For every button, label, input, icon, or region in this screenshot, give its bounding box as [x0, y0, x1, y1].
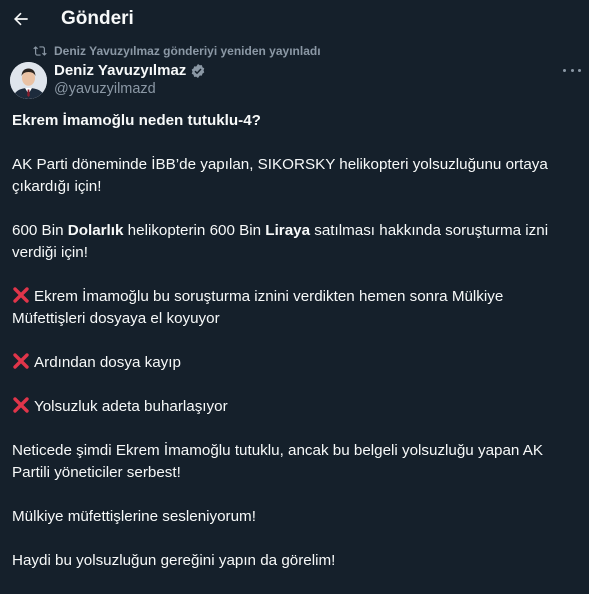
repost-icon — [33, 46, 47, 56]
author-name-text: Deniz Yavuzyılmaz — [54, 62, 187, 79]
page-title: Gönderi — [61, 8, 134, 29]
cross-mark-icon — [13, 397, 29, 413]
arrow-left-icon — [14, 12, 28, 26]
post-paragraph: 600 Bin Dolarlık helikopterin 600 Bin Li… — [12, 222, 549, 261]
post-bullet: Yolsuzluk adeta buharlaşıyor — [12, 396, 580, 418]
cross-mark-icon — [13, 353, 29, 369]
repost-indicator[interactable]: Deniz Yavuzyılmaz gönderiyi yeniden yayı… — [33, 43, 321, 59]
post-paragraph: AK Parti döneminde İBB’de yapılan, SIKOR… — [12, 156, 548, 195]
repost-text: Deniz Yavuzyılmaz gönderiyi yeniden yayı… — [54, 44, 321, 58]
more-options-button[interactable] — [563, 63, 581, 77]
post-paragraph: Mülkiye müfettişlerine sesleniyorum! — [12, 508, 256, 525]
more-dot-icon — [563, 68, 566, 72]
cross-mark-icon — [13, 287, 29, 303]
post-heading: Ekrem İmamoğlu neden tutuklu-4? — [12, 112, 261, 129]
top-bar: Gönderi — [0, 0, 589, 40]
post-bullet: Ekrem İmamoğlu bu soruşturma iznini verd… — [12, 287, 504, 327]
author-handle[interactable]: @yavuzyilmazd — [54, 81, 156, 97]
back-button[interactable] — [9, 7, 33, 31]
more-dot-icon — [578, 68, 581, 72]
post-bullet: Ardından dosya kayıp — [12, 352, 580, 374]
verified-badge-icon — [190, 63, 206, 79]
post-text: Ekrem İmamoğlu neden tutuklu-4? AK Parti… — [12, 110, 580, 594]
post-paragraph: Neticede şimdi Ekrem İmamoğlu tutuklu, a… — [12, 442, 543, 481]
avatar[interactable] — [10, 62, 47, 99]
post-paragraph: Haydi bu yolsuzluğun gereğini yapın da g… — [12, 552, 336, 569]
author-name[interactable]: Deniz Yavuzyılmaz — [54, 62, 206, 79]
more-dot-icon — [570, 68, 574, 72]
